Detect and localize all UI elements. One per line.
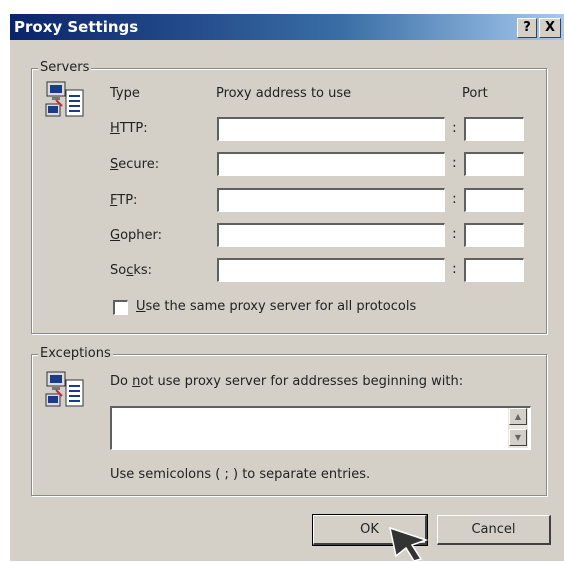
network-computer-icon — [45, 371, 84, 407]
ftp-address-input[interactable] — [217, 188, 445, 212]
ftp-colon: : — [452, 191, 457, 207]
address-column-header: Proxy address to use — [216, 86, 352, 101]
same-proxy-checkbox[interactable] — [113, 300, 128, 315]
secure-colon: : — [452, 155, 457, 171]
socks-colon: : — [452, 261, 457, 277]
dialog-title: Proxy Settings — [14, 18, 139, 36]
exceptions-legend: Exceptions — [38, 346, 113, 361]
port-column-header: Port — [462, 86, 488, 101]
gopher-port-input[interactable] — [464, 223, 524, 247]
exceptions-hint: Use semicolons ( ; ) to separate entries… — [110, 467, 371, 482]
scroll-up-icon[interactable]: ▲ — [509, 408, 527, 425]
secure-label: Secure: — [110, 157, 160, 172]
gopher-colon: : — [452, 226, 457, 242]
ftp-port-input[interactable] — [464, 188, 524, 212]
exceptions-scrollbar[interactable]: ▲ ▼ — [508, 408, 528, 448]
exceptions-textarea[interactable] — [110, 406, 531, 450]
ftp-label: FTP: — [110, 193, 138, 208]
cancel-button[interactable]: Cancel — [437, 515, 551, 545]
socks-label: Socks: — [110, 263, 153, 278]
socks-address-input[interactable] — [217, 258, 445, 282]
secure-address-input[interactable] — [217, 152, 445, 176]
same-proxy-label[interactable]: Use the same proxy server for all protoc… — [136, 299, 416, 314]
http-colon: : — [452, 120, 457, 136]
network-computer-icon — [45, 81, 84, 117]
proxy-settings-dialog: Proxy Settings ? X Servers Type Proxy ad… — [10, 14, 564, 562]
type-column-header: Type — [110, 86, 140, 101]
gopher-label: Gopher: — [110, 228, 163, 243]
http-port-input[interactable] — [464, 117, 524, 141]
http-label: HTTP: — [110, 121, 148, 136]
exceptions-description: Do not use proxy server for addresses be… — [110, 374, 464, 389]
mouse-pointer-icon — [388, 526, 429, 562]
secure-port-input[interactable] — [464, 152, 524, 176]
help-button[interactable]: ? — [517, 18, 537, 38]
title-bar: Proxy Settings ? X — [10, 14, 564, 40]
close-button[interactable]: X — [539, 18, 561, 38]
scroll-down-icon[interactable]: ▼ — [509, 429, 527, 446]
gopher-address-input[interactable] — [217, 223, 445, 247]
servers-legend: Servers — [38, 60, 92, 75]
socks-port-input[interactable] — [464, 258, 524, 282]
http-address-input[interactable] — [217, 117, 445, 141]
